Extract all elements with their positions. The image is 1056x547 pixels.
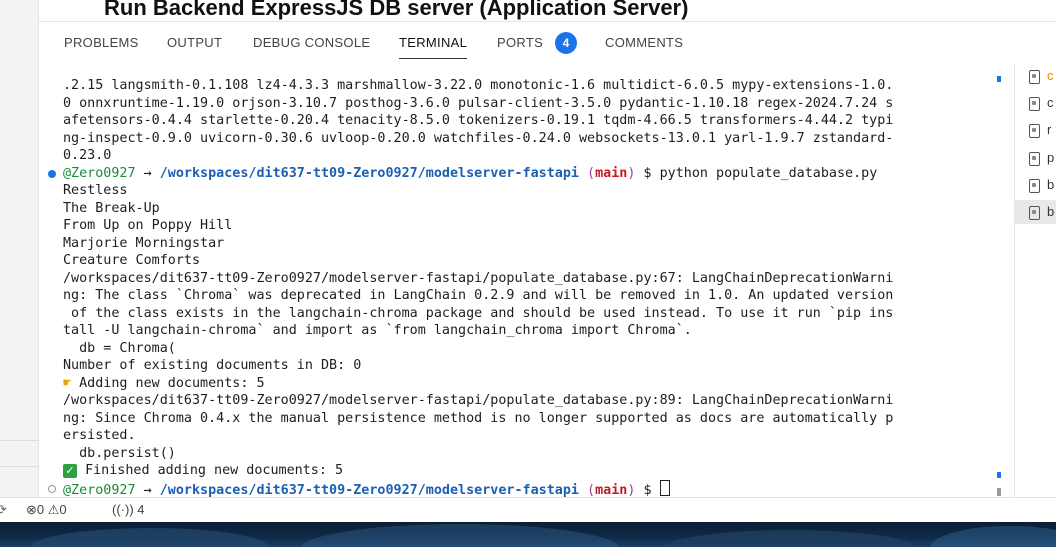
terminal-line: Number of existing documents in DB: 0 [63, 358, 362, 373]
finished-docs-text: Finished adding new documents: 5 [85, 463, 344, 478]
panel-tabs: PROBLEMS OUTPUT DEBUG CONSOLE TERMINAL P… [39, 22, 1056, 64]
terminal-line: Restless [63, 183, 128, 198]
terminal-line: Creature Comforts [63, 253, 201, 268]
problems-status[interactable]: ⊗0 ⚠0 [26, 502, 67, 518]
terminal-instance-item[interactable]: c [1015, 64, 1056, 88]
terminal-instance-item-selected[interactable]: b [1015, 200, 1056, 224]
activity-bar-strip [0, 0, 39, 497]
terminal-prompt: @Zero0927 → /workspaces/dit637-tt09-Zero… [48, 479, 973, 498]
tab-debug-console[interactable]: DEBUG CONSOLE [253, 35, 370, 50]
wallpaper-tree [660, 530, 920, 547]
terminal-line: ✓ Finished adding new documents: 5 [63, 462, 973, 480]
prompt-arrow: → [143, 482, 152, 498]
terminal-line: ☛ Adding new documents: 5 [63, 375, 973, 393]
ports-status[interactable]: ((·)) 4 [112, 502, 145, 517]
terminal-cursor[interactable] [659, 479, 670, 496]
terminal-line: ng: Since Chroma 0.4.x the manual persis… [63, 410, 894, 426]
tab-problems[interactable]: PROBLEMS [64, 35, 139, 50]
terminal-line: 0.23.0 [63, 148, 112, 163]
error-icon: ⊗ [26, 502, 37, 517]
remote-sync-icon[interactable]: ⟳ [0, 502, 7, 518]
terminal-line: afetensors-0.4.4 starlette-0.20.4 tenaci… [63, 113, 894, 128]
terminal-instance-label: c [1047, 68, 1054, 83]
scrollbar-marker[interactable] [997, 76, 1001, 82]
terminal-line: ng: The class `Chroma` was deprecated in… [63, 288, 894, 303]
terminal-instance-label: r [1047, 122, 1052, 137]
terminal-instance-label: p [1047, 150, 1055, 165]
terminal-instance-item[interactable]: b [1015, 173, 1056, 197]
terminal-line: ersisted. [63, 428, 136, 443]
wallpaper-tree [300, 524, 620, 547]
scrollbar-thumb[interactable] [997, 488, 1001, 496]
prompt-command: python populate_database.py [659, 165, 878, 181]
terminal-line: 0 onnxruntime-1.19.0 orjson-3.10.7 posth… [63, 95, 894, 111]
warning-icon: ⚠ [47, 502, 60, 517]
check-mark-icon: ✓ [63, 464, 77, 478]
ports-status-count: 4 [137, 502, 145, 517]
error-count: 0 [36, 502, 45, 517]
command-success-decoration[interactable] [48, 169, 56, 178]
terminal-instance-label: b [1047, 204, 1055, 219]
prompt-user: @Zero0927 [63, 482, 136, 498]
command-pending-decoration[interactable] [48, 484, 56, 493]
terminal-instance-label: b [1047, 177, 1055, 192]
terminal-line: db.persist() [63, 445, 176, 461]
terminal-instance-label: c [1047, 95, 1054, 110]
terminal-line: Marjorie Morningstar [63, 235, 225, 251]
terminal-instance-item[interactable]: r [1015, 118, 1056, 142]
strip-divider [0, 466, 38, 467]
pointing-hand-icon: ☛ [63, 375, 72, 391]
terminal-line: ng-inspect-0.9.0 uvicorn-0.30.6 uvloop-0… [63, 130, 894, 146]
wallpaper-tree [930, 526, 1056, 547]
prompt-user: @Zero0927 [63, 165, 136, 181]
terminal-icon [1029, 124, 1040, 138]
prompt-symbol: $ [643, 482, 652, 498]
terminal-line: tall -U langchain-chroma` and import as … [63, 323, 692, 338]
warning-count: 0 [59, 502, 67, 517]
prompt-path: /workspaces/dit637-tt09-Zero0927/modelse… [159, 482, 579, 498]
tab-comments[interactable]: COMMENTS [605, 35, 683, 50]
terminal-instance-item[interactable]: p [1015, 146, 1056, 170]
ports-count-badge: 4 [555, 32, 577, 54]
document-heading: Run Backend ExpressJS DB server (Applica… [104, 0, 689, 20]
terminal-icon [1029, 179, 1040, 193]
wallpaper-tree [30, 528, 270, 547]
tab-terminal[interactable]: TERMINAL [399, 35, 468, 59]
adding-docs-text: Adding new documents: 5 [79, 375, 265, 391]
terminal-output[interactable]: .2.15 langsmith-0.1.108 lz4-4.3.3 marshm… [48, 77, 973, 498]
status-bar: ⟳ ⊗0 ⚠0 ((·)) 4 [0, 497, 1056, 523]
terminal-line: /workspaces/dit637-tt09-Zero0927/modelse… [63, 393, 894, 408]
prompt-path: /workspaces/dit637-tt09-Zero0927/modelse… [159, 165, 579, 181]
terminal-line: The Break-Up [63, 200, 160, 216]
broadcast-icon: ((·)) [112, 502, 134, 517]
strip-divider [0, 440, 38, 441]
terminal-tabs-list: c c r p b b [1015, 64, 1056, 498]
scrollbar-marker[interactable] [997, 472, 1001, 478]
terminal-line: /workspaces/dit637-tt09-Zero0927/modelse… [63, 270, 894, 286]
terminal-line: From Up on Poppy Hill [63, 218, 233, 233]
tab-output[interactable]: OUTPUT [167, 35, 222, 50]
terminal-icon [1029, 70, 1040, 84]
prompt-arrow: → [143, 165, 152, 181]
terminal-line: of the class exists in the langchain-chr… [63, 305, 894, 321]
terminal-instance-item[interactable]: c [1015, 91, 1056, 115]
terminal-icon [1029, 97, 1040, 111]
desktop-wallpaper [0, 522, 1056, 547]
terminal-prompt: @Zero0927 → /workspaces/dit637-tt09-Zero… [48, 165, 973, 183]
terminal-icon [1029, 152, 1040, 166]
terminal-line: .2.15 langsmith-0.1.108 lz4-4.3.3 marshm… [63, 78, 894, 93]
terminal-icon [1029, 206, 1040, 220]
prompt-symbol: $ [643, 165, 652, 181]
prompt-branch: main [595, 482, 628, 498]
bottom-panel: PROBLEMS OUTPUT DEBUG CONSOLE TERMINAL P… [39, 21, 1056, 498]
tab-ports[interactable]: PORTS [497, 35, 543, 50]
prompt-branch: main [595, 165, 628, 181]
terminal-line: db = Chroma( [63, 340, 176, 356]
